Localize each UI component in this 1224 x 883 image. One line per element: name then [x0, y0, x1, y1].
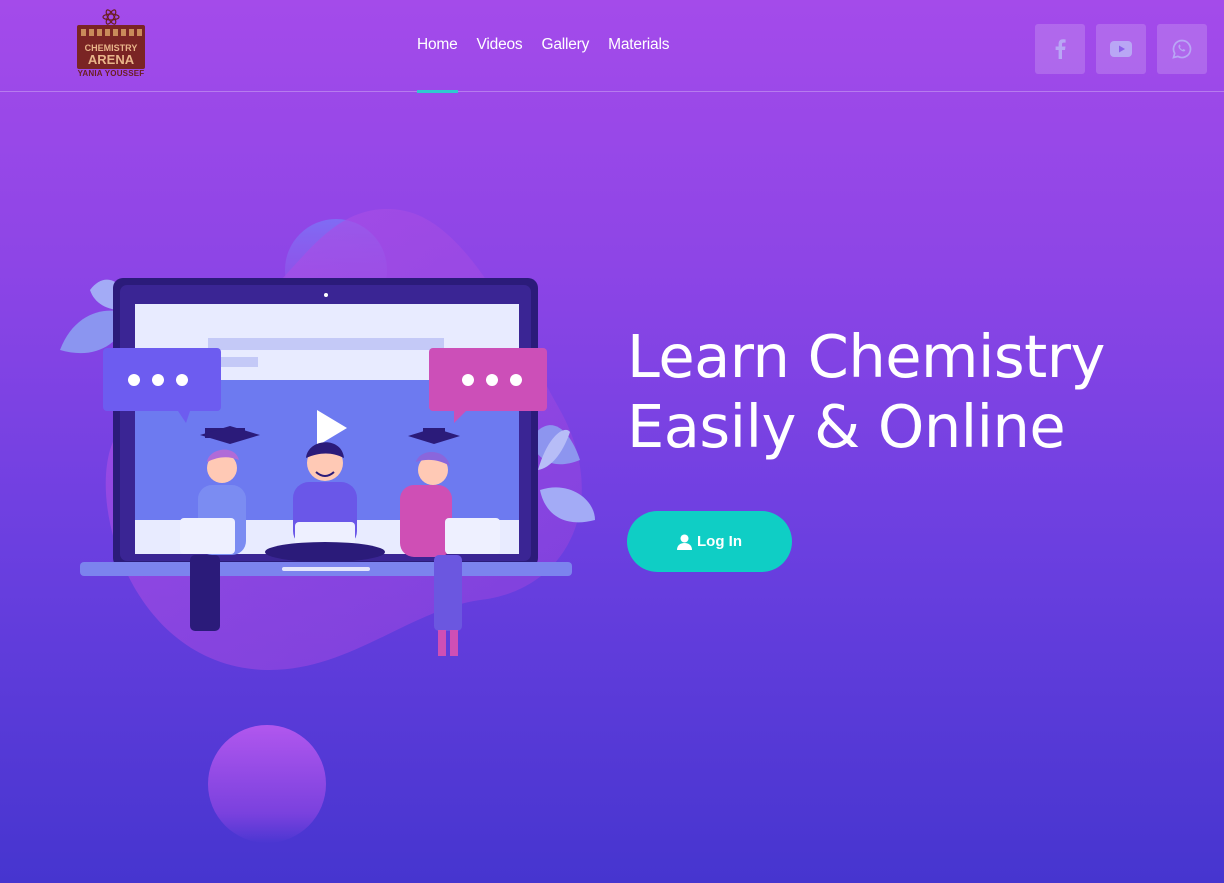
youtube-icon [1110, 41, 1132, 57]
hero-headline: Learn Chemistry Easily & Online [627, 322, 1187, 462]
whatsapp-icon [1172, 39, 1192, 59]
whatsapp-button[interactable] [1157, 24, 1207, 74]
main-nav: Home Videos Gallery Materials [417, 0, 669, 93]
nav-item-gallery[interactable]: Gallery [541, 0, 589, 92]
logo-graphic: CHEMISTRY ARENA [77, 9, 145, 69]
facebook-icon [1055, 39, 1066, 59]
youtube-button[interactable] [1096, 24, 1146, 74]
hero-illustration [60, 209, 595, 670]
nav-item-home[interactable]: Home [417, 0, 458, 93]
user-icon [677, 534, 692, 550]
site-header: CHEMISTRY ARENA YANIA YOUSSEF Home Video… [0, 0, 1224, 93]
login-label: Log In [697, 533, 742, 550]
deco-circle-bottom [208, 725, 326, 843]
login-button[interactable]: Log In [627, 511, 792, 572]
logo-caption: YANIA YOUSSEF [77, 69, 145, 78]
svg-text:ARENA: ARENA [88, 52, 135, 67]
site-logo[interactable]: CHEMISTRY ARENA YANIA YOUSSEF [74, 9, 148, 79]
nav-item-videos[interactable]: Videos [477, 0, 523, 92]
headline-line-2: Easily & Online [627, 392, 1066, 461]
headline-line-1: Learn Chemistry [627, 322, 1105, 391]
facebook-button[interactable] [1035, 24, 1085, 74]
nav-item-materials[interactable]: Materials [608, 0, 669, 92]
